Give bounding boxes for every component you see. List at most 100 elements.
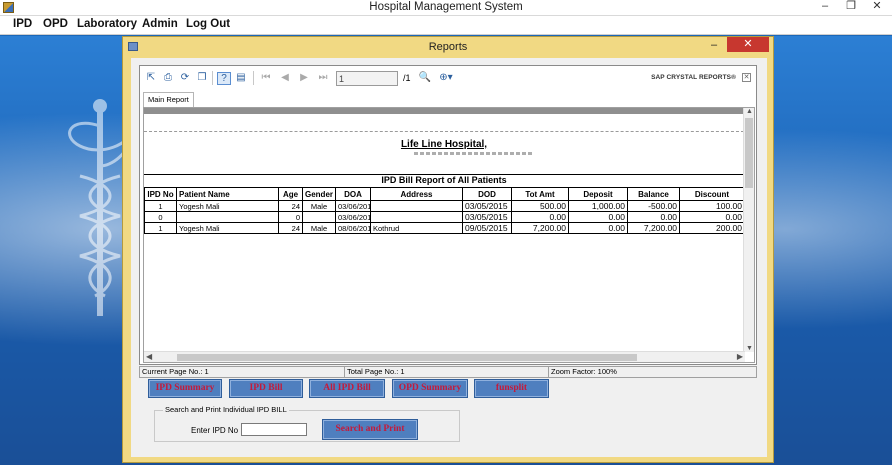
maximize-button[interactable]: ❐ <box>838 0 864 14</box>
copy-icon[interactable]: ❐ <box>195 72 209 85</box>
parameter-panel-icon[interactable]: ? <box>217 72 231 85</box>
cell-age: 0 <box>278 211 303 223</box>
menu-ipd[interactable]: IPD <box>13 18 32 30</box>
vertical-scrollbar[interactable]: ▲ ▼ <box>743 108 754 352</box>
minimize-button[interactable]: – <box>812 0 838 14</box>
page-number-input[interactable] <box>336 71 398 86</box>
hospital-address-clipped <box>414 152 534 155</box>
viewer-status-bar: Current Page No.: 1 Total Page No.: 1 Zo… <box>139 366 757 378</box>
hospital-name: Life Line Hospital, <box>400 139 488 150</box>
table-row: 1 Yogesh Mali 24 Male 03/06/2016 03/05/2… <box>144 200 745 212</box>
report-section-divider <box>144 131 744 132</box>
ipd-no-input[interactable] <box>241 423 307 436</box>
print-icon[interactable]: ⎙ <box>161 72 175 85</box>
cell-address <box>370 211 463 223</box>
ipd-summary-button[interactable]: IPD Summary <box>148 379 222 398</box>
tab-main-report[interactable]: Main Report <box>143 92 194 107</box>
close-button[interactable]: ✕ <box>864 0 890 14</box>
search-and-print-button[interactable]: Search and Print <box>322 419 418 440</box>
cell-patient-name: Yogesh Mali <box>176 200 279 212</box>
last-page-icon[interactable]: ⏭ <box>316 72 330 85</box>
close-view-icon[interactable]: ✕ <box>742 73 751 82</box>
app-titlebar: Hospital Management System – ❐ ✕ <box>0 0 892 16</box>
vertical-scroll-thumb[interactable] <box>745 118 753 188</box>
cell-doa: 08/06/2016 <box>335 222 371 234</box>
scroll-left-icon[interactable]: ◀ <box>146 352 152 361</box>
column-header: DOD <box>462 187 512 201</box>
opd-summary-button[interactable]: OPD Summary <box>392 379 468 398</box>
cell-dod: 03/05/2015 <box>462 211 512 223</box>
cell-deposit: 0.00 <box>568 222 628 234</box>
cell-address <box>370 200 463 212</box>
all-ipd-bill-button[interactable]: All IPD Bill <box>309 379 385 398</box>
menu-laboratory[interactable]: Laboratory <box>77 18 137 30</box>
menu-opd[interactable]: OPD <box>43 18 68 30</box>
cell-doa: 03/06/2016 <box>335 211 371 223</box>
column-header: Deposit <box>568 187 628 201</box>
cell-balance: -500.00 <box>627 200 680 212</box>
report-header-band <box>144 108 744 114</box>
ipd-bill-table: IPD No Patient Name Age Gender DOA Addre… <box>144 187 745 234</box>
scroll-down-icon[interactable]: ▼ <box>744 345 755 352</box>
page-total: /1 <box>403 73 411 83</box>
horizontal-scroll-thumb[interactable] <box>177 354 637 361</box>
cell-ipd-no: 1 <box>144 200 177 212</box>
status-zoom: Zoom Factor: 100% <box>548 367 617 377</box>
viewer-toolbar: ⇱ ⎙ ⟳ ❐ ? ▤ ⏮ ◀ ▶ ⏭ /1 🔍 ⊕▾ SAP CRYSTAL … <box>140 66 756 90</box>
column-header: Patient Name <box>176 187 279 201</box>
cell-gender <box>302 211 336 223</box>
cell-age: 24 <box>278 200 303 212</box>
search-group-label: Search and Print Individual IPD BILL <box>163 405 289 414</box>
funsplit-button[interactable]: funsplit <box>474 379 549 398</box>
reports-close-button[interactable]: ✕ <box>727 37 769 52</box>
ipd-bill-button[interactable]: IPD Bill <box>229 379 303 398</box>
reports-title: Reports <box>428 41 468 53</box>
zoom-icon[interactable]: ⊕▾ <box>436 72 456 85</box>
report-page-area: Life Line Hospital, IPD Bill Report of A… <box>143 107 755 363</box>
toolbar-separator <box>212 71 213 85</box>
horizontal-scrollbar[interactable]: ◀ ▶ <box>144 351 745 362</box>
status-current-page: Current Page No.: 1 <box>142 367 209 376</box>
menu-admin[interactable]: Admin <box>142 18 178 30</box>
table-row: 1 Yogesh Mali 24 Male 08/06/2016 Kothrud… <box>144 222 745 234</box>
status-total-page: Total Page No.: 1 <box>344 367 405 377</box>
report-title: IPD Bill Report of All Patients <box>144 174 744 186</box>
crystal-reports-brand: SAP CRYSTAL REPORTS® <box>651 74 736 81</box>
cell-age: 24 <box>278 222 303 234</box>
scroll-right-icon[interactable]: ▶ <box>737 352 743 361</box>
cell-doa: 03/06/2016 <box>335 200 371 212</box>
cell-dod: 03/05/2015 <box>462 200 512 212</box>
find-icon[interactable]: 🔍 <box>418 72 432 85</box>
cell-balance: 7,200.00 <box>627 222 680 234</box>
next-page-icon[interactable]: ▶ <box>297 72 311 85</box>
cell-deposit: 1,000.00 <box>568 200 628 212</box>
ipd-no-label: Enter IPD No <box>191 426 239 435</box>
first-page-icon[interactable]: ⏮ <box>259 72 273 85</box>
scroll-up-icon[interactable]: ▲ <box>744 108 755 115</box>
cell-address: Kothrud <box>370 222 463 234</box>
group-tree-icon[interactable]: ▤ <box>234 72 248 85</box>
column-header: DOA <box>335 187 371 201</box>
cell-tot-amt: 0.00 <box>511 211 569 223</box>
previous-page-icon[interactable]: ◀ <box>278 72 292 85</box>
cell-tot-amt: 500.00 <box>511 200 569 212</box>
reports-minimize-button[interactable]: – <box>703 39 725 53</box>
column-header: IPD No <box>144 187 177 201</box>
cell-tot-amt: 7,200.00 <box>511 222 569 234</box>
cell-ipd-no: 1 <box>144 222 177 234</box>
column-header: Tot Amt <box>511 187 569 201</box>
column-header: Gender <box>302 187 336 201</box>
table-header-row: IPD No Patient Name Age Gender DOA Addre… <box>144 187 745 201</box>
refresh-icon[interactable]: ⟳ <box>178 72 192 85</box>
cell-gender: Male <box>302 200 336 212</box>
cell-gender: Male <box>302 222 336 234</box>
cell-deposit: 0.00 <box>568 211 628 223</box>
cell-ipd-no: 0 <box>144 211 177 223</box>
menu-logout[interactable]: Log Out <box>186 18 230 30</box>
export-icon[interactable]: ⇱ <box>144 72 158 85</box>
table-row: 0 0 03/06/2016 03/05/2015 0.00 0.00 0.00… <box>144 211 745 223</box>
column-header: Age <box>278 187 303 201</box>
column-header: Address <box>370 187 463 201</box>
reports-titlebar: Reports – □ ✕ <box>123 37 773 57</box>
menu-bar: IPD OPD Laboratory Admin Log Out <box>0 16 892 35</box>
